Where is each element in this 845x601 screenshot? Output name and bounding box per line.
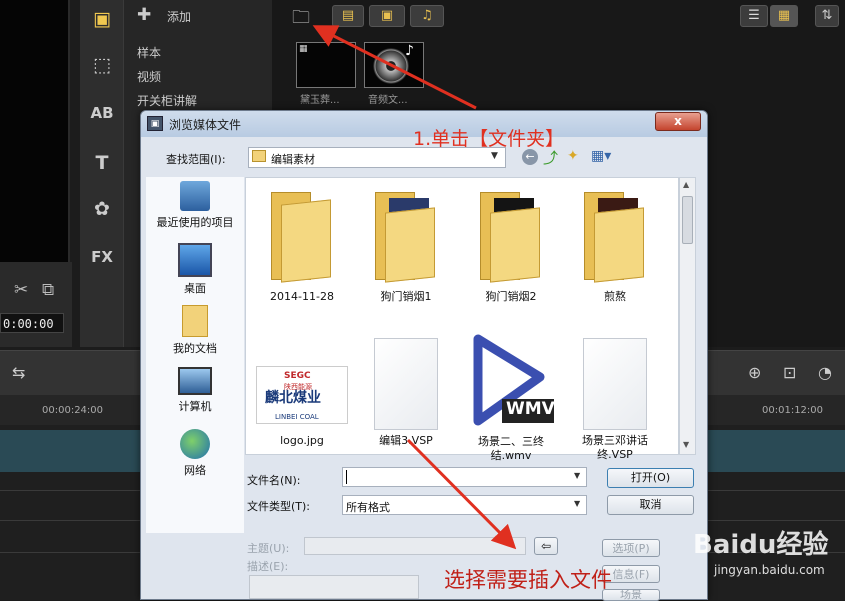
watermark-url: jingyan.baidu.com — [714, 563, 825, 577]
annotation-step2: 选择需要插入文件 — [444, 568, 612, 592]
arrow-to-folder — [312, 25, 477, 110]
watermark-logo: Baidu经验 — [693, 530, 829, 560]
annotation-arrows — [312, 25, 517, 550]
annotation-step1: 1.单击【文件夹】 — [413, 128, 565, 150]
arrow-to-file — [406, 438, 517, 550]
